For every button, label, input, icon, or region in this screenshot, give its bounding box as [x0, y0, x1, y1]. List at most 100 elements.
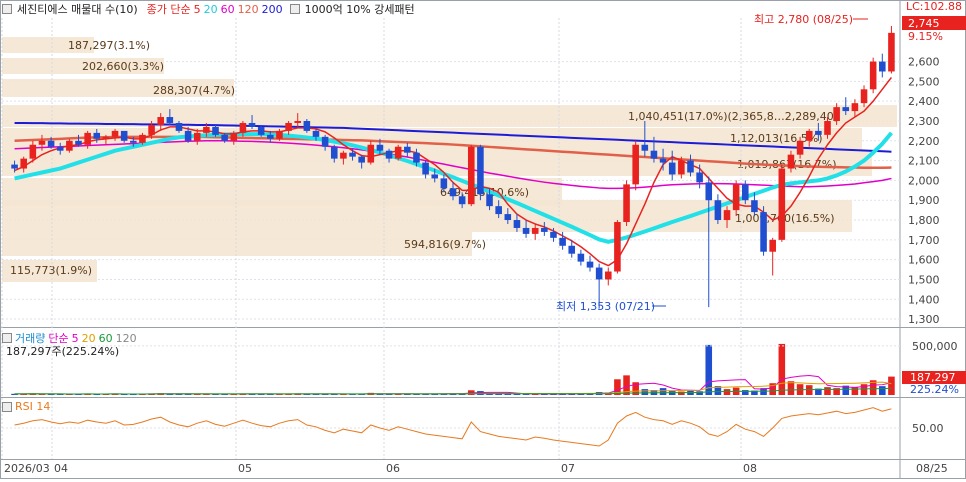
- candle-body[interactable]: [29, 144, 37, 159]
- stock-chart[interactable]: 2,600 2,500 2,400 2,300 2,200 2,100 2,000 1,900…: [0, 0, 966, 479]
- volume-bar[interactable]: [879, 386, 886, 395]
- candle-body[interactable]: [330, 146, 338, 159]
- chart-canvas[interactable]: 2,600 2,500 2,400 2,300 2,200 2,100 2,000 1,900…: [0, 0, 966, 479]
- candle-body[interactable]: [458, 196, 466, 205]
- candle-body[interactable]: [842, 107, 850, 112]
- candle-body[interactable]: [20, 158, 27, 169]
- candle-body[interactable]: [623, 184, 630, 223]
- candle-body[interactable]: [467, 146, 475, 205]
- candle-body[interactable]: [513, 220, 521, 228]
- candle-body[interactable]: [312, 130, 320, 137]
- candle-body[interactable]: [595, 267, 603, 280]
- candle-body[interactable]: [824, 120, 831, 135]
- candle-body[interactable]: [11, 164, 18, 169]
- candle-body[interactable]: [56, 146, 64, 151]
- candle-body[interactable]: [869, 61, 877, 90]
- candle-body[interactable]: [239, 122, 247, 133]
- price-ma-label[interactable]: 종가 단순: [147, 1, 191, 17]
- candle-body[interactable]: [577, 253, 585, 262]
- candle-body[interactable]: [815, 130, 822, 135]
- rsi-title[interactable]: RSI 14: [15, 400, 50, 413]
- candle-body[interactable]: [641, 144, 649, 151]
- volume-bar[interactable]: [641, 389, 649, 395]
- candle-body[interactable]: [586, 261, 594, 268]
- candle-body[interactable]: [449, 188, 457, 197]
- candle-body[interactable]: [632, 144, 639, 185]
- candle-body[interactable]: [221, 134, 228, 141]
- candle-body[interactable]: [495, 206, 502, 215]
- candle-body[interactable]: [614, 222, 621, 272]
- volume-menu-icon[interactable]: [2, 333, 12, 343]
- candle-body[interactable]: [879, 61, 886, 72]
- candle-body[interactable]: [723, 210, 731, 221]
- candle-body[interactable]: [678, 160, 685, 175]
- candle-body[interactable]: [385, 150, 393, 159]
- candle-body[interactable]: [257, 126, 265, 135]
- candle-body[interactable]: [203, 126, 210, 133]
- candle-body[interactable]: [504, 214, 512, 221]
- candle-body[interactable]: [294, 120, 302, 123]
- volume-bar[interactable]: [659, 388, 667, 395]
- candle-body[interactable]: [531, 227, 539, 234]
- candle-body[interactable]: [568, 245, 576, 254]
- candle-body[interactable]: [787, 154, 795, 169]
- candle-body[interactable]: [340, 152, 347, 159]
- rsi-menu-icon[interactable]: [2, 401, 12, 412]
- candle-body[interactable]: [559, 237, 566, 246]
- volume-bar[interactable]: [778, 343, 786, 395]
- candle-body[interactable]: [394, 146, 402, 159]
- candle-body[interactable]: [84, 132, 91, 145]
- menu-icon[interactable]: [2, 4, 12, 14]
- candle-body[interactable]: [376, 144, 384, 151]
- candle-body[interactable]: [276, 130, 283, 139]
- candle-body[interactable]: [349, 152, 356, 157]
- candle-body[interactable]: [212, 126, 219, 135]
- candle-body[interactable]: [120, 130, 128, 141]
- candle-body[interactable]: [267, 134, 274, 139]
- candle-body[interactable]: [696, 172, 703, 183]
- candle-body[interactable]: [732, 184, 740, 211]
- candle-body[interactable]: [285, 122, 292, 131]
- volume-bar[interactable]: [723, 389, 731, 395]
- candle-body[interactable]: [477, 146, 484, 195]
- candle-body[interactable]: [440, 178, 448, 189]
- volume-bar[interactable]: [851, 387, 859, 395]
- candle-body[interactable]: [230, 132, 238, 141]
- candle-body[interactable]: [47, 140, 55, 147]
- candle-body[interactable]: [184, 130, 192, 141]
- candle-body[interactable]: [75, 140, 82, 145]
- candle-body[interactable]: [66, 140, 73, 151]
- candle-body[interactable]: [650, 150, 658, 159]
- candle-body[interactable]: [367, 144, 375, 163]
- candle-body[interactable]: [431, 174, 439, 179]
- candle-body[interactable]: [321, 136, 329, 147]
- candle-body[interactable]: [796, 140, 804, 155]
- candle-body[interactable]: [38, 140, 46, 145]
- candle-body[interactable]: [148, 124, 155, 135]
- candle-body[interactable]: [358, 156, 365, 163]
- candle-body[interactable]: [248, 122, 256, 127]
- candle-body[interactable]: [705, 182, 713, 201]
- candle-body[interactable]: [550, 231, 557, 238]
- candle-body[interactable]: [541, 227, 548, 232]
- candle-body[interactable]: [851, 103, 859, 112]
- pattern-icon[interactable]: [289, 4, 300, 14]
- candle-body[interactable]: [166, 117, 174, 123]
- volume-bar[interactable]: [824, 387, 831, 395]
- indicator-name-label[interactable]: 세진티에스 매물대 수(10): [17, 1, 138, 17]
- candle-body[interactable]: [139, 134, 146, 143]
- candle-body[interactable]: [604, 271, 612, 280]
- candle-body[interactable]: [130, 140, 137, 143]
- candle-body[interactable]: [404, 146, 411, 153]
- candle-body[interactable]: [888, 32, 895, 72]
- candle-body[interactable]: [751, 200, 758, 213]
- candle-body[interactable]: [769, 239, 776, 252]
- candle-body[interactable]: [111, 130, 119, 137]
- candle-body[interactable]: [742, 184, 749, 201]
- candle-body[interactable]: [833, 107, 840, 121]
- candle-body[interactable]: [687, 160, 694, 173]
- candle-body[interactable]: [303, 120, 311, 131]
- candle-body[interactable]: [714, 200, 722, 221]
- candle-body[interactable]: [522, 227, 530, 234]
- candle-body[interactable]: [157, 117, 164, 125]
